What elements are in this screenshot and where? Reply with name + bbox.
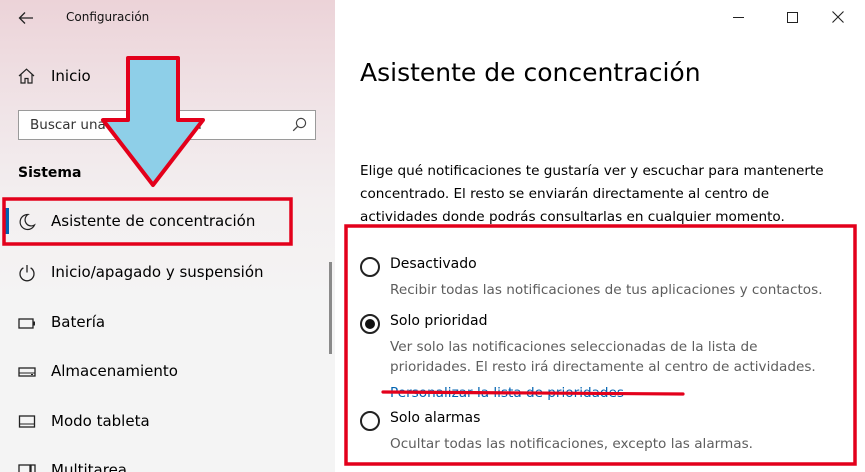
sidebar-item-focus-assist[interactable]: Asistente de concentración xyxy=(0,201,335,241)
page-description: Elige qué notificaciones te gustaría ver… xyxy=(360,163,824,225)
battery-icon xyxy=(18,318,35,329)
sidebar-item-label: Asistente de concentración xyxy=(51,212,256,230)
main-pane: Asistente de concentración Elige qué not… xyxy=(335,0,865,472)
radio-alarms-only[interactable] xyxy=(360,411,380,431)
tablet-icon xyxy=(18,415,36,428)
sidebar-item-label: Batería xyxy=(51,313,106,331)
radio-priority-only[interactable] xyxy=(360,314,380,334)
sidebar-item-multitasking[interactable]: Multitarea xyxy=(0,450,335,472)
customize-priority-list-link[interactable]: Personalizar la lista de prioridades xyxy=(390,385,624,401)
page-title: Asistente de concentración xyxy=(360,58,701,87)
sidebar-item-label: Multitarea xyxy=(51,461,127,472)
power-icon xyxy=(19,265,35,282)
minimize-button[interactable] xyxy=(715,0,761,34)
option-label[interactable]: Solo alarmas xyxy=(390,410,480,426)
maximize-button[interactable] xyxy=(769,0,815,34)
sidebar-item-label: Modo tableta xyxy=(51,412,150,430)
home-icon xyxy=(18,68,35,84)
home-nav-item[interactable]: Inicio xyxy=(0,60,335,92)
sidebar-item-tablet-mode[interactable]: Modo tableta xyxy=(0,401,335,441)
sidebar-item-battery[interactable]: Batería xyxy=(0,302,335,342)
option-description: Recibir todas las notificaciones de tus … xyxy=(390,282,823,298)
search-input[interactable] xyxy=(19,111,290,139)
settings-window: Configuración Inicio Sistema Asistente d… xyxy=(0,0,865,472)
maximize-icon xyxy=(786,11,798,23)
back-arrow-icon xyxy=(18,12,33,24)
sidebar-scrollbar[interactable] xyxy=(329,262,332,354)
sidebar: Configuración Inicio Sistema Asistente d… xyxy=(0,0,335,472)
multitasking-icon xyxy=(18,464,36,472)
option-description: Ocultar todas las notificaciones, except… xyxy=(390,436,753,452)
sidebar-item-label: Almacenamiento xyxy=(51,362,178,380)
sidebar-item-power-sleep[interactable]: Inicio/apagado y suspensión xyxy=(0,252,335,292)
moon-icon xyxy=(19,213,36,231)
home-label: Inicio xyxy=(51,67,91,85)
back-button[interactable] xyxy=(12,4,40,32)
close-icon xyxy=(832,11,844,23)
section-title: Sistema xyxy=(18,165,82,181)
option-label[interactable]: Solo prioridad xyxy=(390,313,487,329)
close-button[interactable] xyxy=(815,0,861,34)
sidebar-item-storage[interactable]: Almacenamiento xyxy=(0,351,335,391)
option-label[interactable]: Desactivado xyxy=(390,256,477,272)
option-description: Ver solo las notificaciones seleccionada… xyxy=(390,339,816,375)
search-box[interactable] xyxy=(18,110,316,140)
minimize-icon xyxy=(732,16,744,18)
radio-off[interactable] xyxy=(360,257,380,277)
app-title: Configuración xyxy=(66,10,150,24)
search-icon[interactable] xyxy=(292,117,307,132)
sidebar-item-label: Inicio/apagado y suspensión xyxy=(51,263,264,281)
storage-icon xyxy=(18,367,36,377)
